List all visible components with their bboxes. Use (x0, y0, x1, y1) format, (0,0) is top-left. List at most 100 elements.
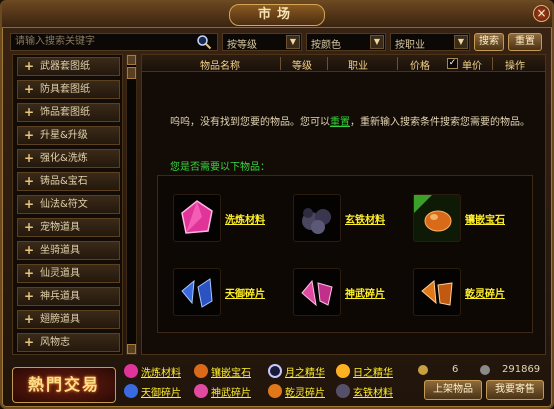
divider (397, 57, 398, 70)
plus-icon: + (24, 128, 35, 142)
category-item[interactable]: + 强化&洗炼 (17, 149, 120, 168)
suggestion-grid: 洗炼材料 玄铁材料 镶嵌宝石 天御碎片 神武碎片 乾灵碎片 (157, 175, 533, 333)
pink-shard-icon (194, 384, 208, 398)
col-name[interactable]: 物品名称 (200, 57, 240, 72)
plus-icon: + (24, 151, 35, 165)
category-item[interactable]: + 武器套图纸 (17, 57, 120, 76)
color-dropdown[interactable]: 按颜色 ▼ (306, 33, 386, 51)
amber-gem-icon[interactable] (413, 194, 461, 242)
scroll-thumb[interactable] (127, 67, 136, 79)
category-label: 强化&洗炼 (40, 153, 88, 164)
hot-item-label[interactable]: 月之精华 (285, 364, 325, 379)
suggestion-item[interactable]: 神武碎片 (293, 268, 411, 318)
item-name-link[interactable]: 洗炼材料 (225, 211, 265, 226)
plus-icon: + (24, 266, 35, 280)
item-name-link[interactable]: 天御碎片 (225, 285, 265, 300)
suggestion-item[interactable]: 洗炼材料 (173, 194, 291, 244)
category-scrollbar[interactable] (126, 54, 137, 355)
category-item[interactable]: + 宠物道具 (17, 218, 120, 237)
hot-item-label[interactable]: 乾灵碎片 (285, 384, 325, 399)
plus-icon: + (24, 243, 35, 257)
job-dropdown-value: 按职业 (395, 40, 425, 51)
scroll-up-button[interactable] (127, 55, 136, 65)
hot-item-label[interactable]: 神武碎片 (211, 384, 251, 399)
suggestion-item[interactable]: 玄铁材料 (293, 194, 411, 244)
chevron-down-icon: ▼ (286, 35, 300, 49)
col-level[interactable]: 等级 (292, 57, 312, 72)
close-button[interactable]: × (533, 5, 550, 22)
bottom-bar: 熱門交易 洗炼材料 镶嵌宝石 月之精华 日之精华 天御碎片 神武碎片 乾灵碎片 (6, 359, 550, 407)
orange-shard-icon (268, 384, 282, 398)
category-item[interactable]: + 翅膀道具 (17, 310, 120, 329)
hot-item-label[interactable]: 洗炼材料 (141, 364, 181, 379)
dark-ore-icon (336, 384, 350, 398)
job-dropdown[interactable]: 按职业 ▼ (390, 33, 470, 51)
col-unit-price: 单价 (462, 61, 482, 72)
plus-icon: + (24, 197, 35, 211)
pink-crystal-icon[interactable] (173, 194, 221, 242)
reset-link[interactable]: 重置 (330, 117, 350, 128)
item-name-link[interactable]: 神武碎片 (345, 285, 385, 300)
suggestion-item[interactable]: 天御碎片 (173, 268, 291, 318)
blue-shard-icon[interactable] (173, 268, 221, 316)
chevron-down-icon: ▼ (370, 35, 384, 49)
level-dropdown[interactable]: 按等级 ▼ (222, 33, 302, 51)
category-label: 饰品套图纸 (40, 107, 90, 118)
orange-shard-icon[interactable] (413, 268, 461, 316)
consign-button[interactable]: 我要寄售 (486, 380, 544, 400)
plus-icon: + (24, 174, 35, 188)
category-item[interactable]: + 仙灵道具 (17, 264, 120, 283)
dark-ore-icon[interactable] (293, 194, 341, 242)
category-item[interactable]: + 仙法&符文 (17, 195, 120, 214)
item-name-link[interactable]: 镶嵌宝石 (465, 211, 505, 226)
gold-ingot-icon (418, 365, 428, 375)
category-item[interactable]: + 神兵道具 (17, 287, 120, 306)
item-name-link[interactable]: 玄铁材料 (345, 211, 385, 226)
title-bar[interactable]: 市场 × (2, 2, 552, 28)
market-window: 市场 × 请输入搜索关键字 按等级 ▼ 按颜色 ▼ 按职业 ▼ 搜索 重置 + 武… (0, 0, 554, 409)
hot-item-label[interactable]: 日之精华 (353, 364, 393, 379)
window-title: 市场 (229, 4, 325, 26)
category-label: 仙灵道具 (40, 268, 80, 279)
results-panel: 物品名称 等级 职业 价格 ✓ 单价 操作 呜呜，没有找到您要的物品。您可以重置… (141, 54, 546, 355)
suggestion-item[interactable]: 乾灵碎片 (413, 268, 531, 318)
category-list: + 武器套图纸 + 防具套图纸 + 饰品套图纸 + 升星&升级 + 强化&洗炼 + 铸品&宝… (12, 54, 123, 355)
category-label: 神兵道具 (40, 291, 80, 302)
moon-icon (268, 364, 282, 378)
item-name-link[interactable]: 乾灵碎片 (465, 285, 505, 300)
level-dropdown-value: 按等级 (227, 40, 257, 51)
chevron-down-icon: ▼ (454, 35, 468, 49)
plus-icon: + (24, 82, 35, 96)
category-item[interactable]: + 铸品&宝石 (17, 172, 120, 191)
hot-item-label[interactable]: 玄铁材料 (353, 384, 393, 399)
suggestion-item[interactable]: 镶嵌宝石 (413, 194, 531, 244)
scroll-down-button[interactable] (127, 344, 136, 354)
category-item[interactable]: + 防具套图纸 (17, 80, 120, 99)
category-item[interactable]: + 升星&升级 (17, 126, 120, 145)
divider (327, 57, 328, 70)
category-item[interactable]: + 坐骑道具 (17, 241, 120, 260)
unit-price-checkbox[interactable]: ✓ (447, 58, 458, 69)
hot-item-label[interactable]: 镶嵌宝石 (211, 364, 251, 379)
money-amount: 291869 (502, 364, 541, 375)
divider (280, 57, 281, 70)
search-input[interactable]: 请输入搜索关键字 (10, 33, 218, 51)
category-item[interactable]: + 风物志 (17, 333, 120, 352)
plus-icon: + (24, 105, 35, 119)
silver-coin-icon (480, 365, 490, 375)
amber-gem-icon (194, 364, 208, 378)
search-button[interactable]: 搜索 (474, 33, 504, 51)
search-icon[interactable] (196, 34, 212, 50)
item-count: 6 (452, 364, 459, 375)
category-item[interactable]: + 饰品套图纸 (17, 103, 120, 122)
message-prefix: 呜呜，没有找到您要的物品。您可以 (170, 117, 330, 128)
col-price[interactable]: 价格 (410, 57, 430, 72)
hot-item-label[interactable]: 天御碎片 (141, 384, 181, 399)
reset-button[interactable]: 重置 (508, 33, 542, 51)
divider (492, 57, 493, 70)
shelf-item-button[interactable]: 上架物品 (424, 380, 482, 400)
col-job[interactable]: 职业 (348, 57, 368, 72)
category-label: 武器套图纸 (40, 61, 90, 72)
pink-crystal-icon (124, 364, 138, 378)
pink-shard-icon[interactable] (293, 268, 341, 316)
